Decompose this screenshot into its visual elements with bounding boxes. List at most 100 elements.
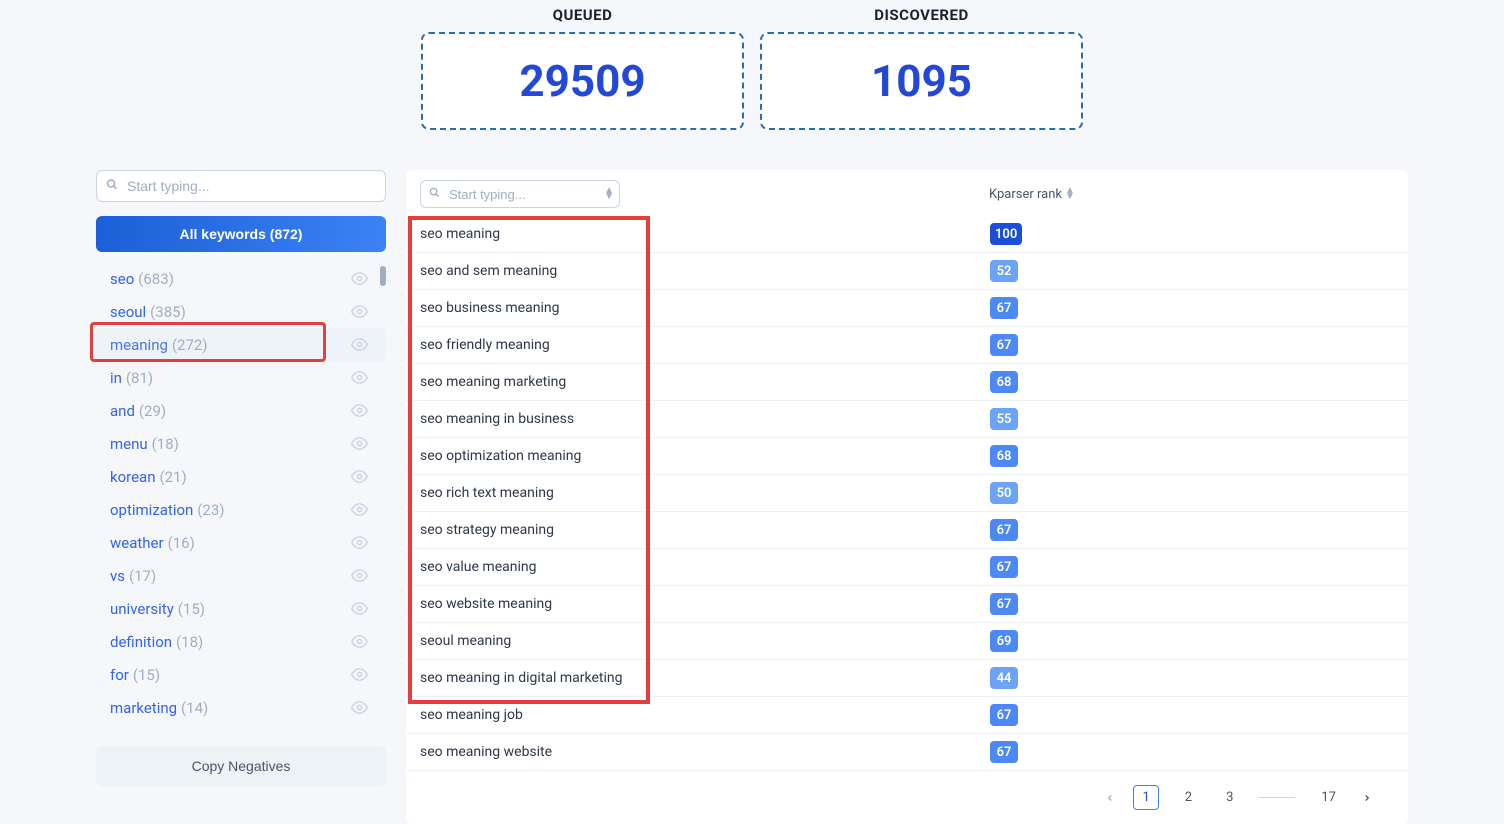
eye-icon[interactable] xyxy=(351,468,368,485)
eye-icon[interactable] xyxy=(351,567,368,584)
keyword-count: (15) xyxy=(133,666,160,684)
eye-icon[interactable] xyxy=(351,534,368,551)
result-row[interactable]: seo strategy meaning67 xyxy=(406,512,1408,549)
result-row[interactable]: seo rich text meaning50 xyxy=(406,475,1408,512)
result-term: seoul meaning xyxy=(420,633,990,649)
keyword-count: (18) xyxy=(152,435,179,453)
sidebar-keyword-item[interactable]: weather (16) xyxy=(96,526,386,559)
result-rank-badge: 67 xyxy=(990,741,1018,763)
sidebar-keyword-item[interactable]: meaning (272) xyxy=(96,328,386,361)
result-rank-badge: 67 xyxy=(990,593,1018,615)
keyword-count: (23) xyxy=(197,501,224,519)
result-row[interactable]: seo meaning in business55 xyxy=(406,401,1408,438)
result-term: seo optimization meaning xyxy=(420,448,990,464)
eye-icon[interactable] xyxy=(351,369,368,386)
result-rank-badge: 67 xyxy=(990,297,1018,319)
result-row[interactable]: seo meaning marketing68 xyxy=(406,364,1408,401)
sidebar-keyword-item[interactable]: optimization (23) xyxy=(96,493,386,526)
sidebar-keyword-item[interactable]: korean (21) xyxy=(96,460,386,493)
stat-discovered-card: 1095 xyxy=(760,32,1083,130)
result-row[interactable]: seo optimization meaning68 xyxy=(406,438,1408,475)
all-keywords-button[interactable]: All keywords (872) xyxy=(96,216,386,252)
keyword-count: (16) xyxy=(168,534,195,552)
result-rank-badge: 68 xyxy=(990,445,1018,467)
sidebar-keyword-item[interactable]: vs (17) xyxy=(96,559,386,592)
sidebar-keyword-item[interactable]: seoul (385) xyxy=(96,295,386,328)
stat-queued-value: 29509 xyxy=(519,55,645,107)
stat-queued-card: 29509 xyxy=(421,32,744,130)
stat-discovered-label: DISCOVERED xyxy=(874,6,968,24)
content-search: ▲▼ xyxy=(420,180,620,208)
result-term: seo meaning xyxy=(420,226,990,242)
result-row[interactable]: seo meaning job67 xyxy=(406,697,1408,734)
result-row[interactable]: seo business meaning67 xyxy=(406,290,1408,327)
result-row[interactable]: seo meaning100 xyxy=(406,216,1408,253)
eye-icon[interactable] xyxy=(351,303,368,320)
sidebar-search-input[interactable] xyxy=(96,170,386,202)
sidebar-keyword-item[interactable]: definition (18) xyxy=(96,625,386,658)
keyword-label: and xyxy=(110,402,135,420)
result-row[interactable]: seo friendly meaning67 xyxy=(406,327,1408,364)
sidebar-search xyxy=(96,170,386,202)
eye-icon[interactable] xyxy=(351,666,368,683)
sidebar-keyword-item[interactable]: marketing (14) xyxy=(96,691,386,724)
keyword-count: (683) xyxy=(138,270,174,288)
page-number[interactable]: 3 xyxy=(1218,786,1241,809)
keyword-label: seoul xyxy=(110,303,146,321)
result-row[interactable]: seoul meaning69 xyxy=(406,623,1408,660)
eye-icon[interactable] xyxy=(351,270,368,287)
eye-icon[interactable] xyxy=(351,336,368,353)
page-number-last[interactable]: 17 xyxy=(1313,786,1344,809)
rank-column-header[interactable]: Kparser rank ▲▼ xyxy=(989,187,1075,202)
sidebar-keyword-item[interactable]: in (81) xyxy=(96,361,386,394)
result-rank-badge: 68 xyxy=(990,371,1018,393)
sidebar-keyword-item[interactable]: and (29) xyxy=(96,394,386,427)
page-prev-button[interactable] xyxy=(1105,791,1115,805)
keyword-label: meaning xyxy=(110,336,168,354)
result-rank-badge: 67 xyxy=(990,334,1018,356)
result-row[interactable]: seo and sem meaning52 xyxy=(406,253,1408,290)
result-term: seo meaning website xyxy=(420,744,990,760)
rank-column-label: Kparser rank xyxy=(989,187,1062,202)
keyword-list[interactable]: seo (683)seoul (385)meaning (272)in (81)… xyxy=(96,262,386,732)
eye-icon[interactable] xyxy=(351,633,368,650)
keyword-label: university xyxy=(110,600,174,618)
result-term: seo meaning marketing xyxy=(420,374,990,390)
result-row[interactable]: seo meaning in digital marketing44 xyxy=(406,660,1408,697)
sidebar-keyword-item[interactable]: university (15) xyxy=(96,592,386,625)
page-number[interactable]: 1 xyxy=(1133,785,1158,810)
sidebar-keyword-item[interactable]: for (15) xyxy=(96,658,386,691)
copy-negatives-button[interactable]: Copy Negatives xyxy=(96,746,386,786)
stat-discovered: DISCOVERED 1095 xyxy=(760,6,1083,130)
keyword-label: in xyxy=(110,369,122,387)
eye-icon[interactable] xyxy=(351,600,368,617)
page-next-button[interactable] xyxy=(1362,791,1372,805)
result-term: seo value meaning xyxy=(420,559,990,575)
keyword-count: (29) xyxy=(139,402,166,420)
result-term: seo friendly meaning xyxy=(420,337,990,353)
eye-icon[interactable] xyxy=(351,699,368,716)
eye-icon[interactable] xyxy=(351,402,368,419)
scrollbar-thumb[interactable] xyxy=(380,266,386,286)
keyword-count: (385) xyxy=(150,303,186,321)
keyword-count: (21) xyxy=(159,468,186,486)
keyword-count: (15) xyxy=(178,600,205,618)
eye-icon[interactable] xyxy=(351,501,368,518)
result-row[interactable]: seo website meaning67 xyxy=(406,586,1408,623)
content-search-input[interactable] xyxy=(420,180,620,208)
sidebar-keyword-item[interactable]: seo (683) xyxy=(96,262,386,295)
sort-icon[interactable]: ▲▼ xyxy=(604,188,614,200)
eye-icon[interactable] xyxy=(351,435,368,452)
sidebar-keyword-item[interactable]: menu (18) xyxy=(96,427,386,460)
result-rank-badge: 69 xyxy=(990,630,1018,652)
keyword-label: definition xyxy=(110,633,172,651)
stat-queued: QUEUED 29509 xyxy=(421,6,744,130)
sidebar-keyword-item[interactable]: search (19) xyxy=(96,724,386,732)
result-row[interactable]: seo meaning website67 xyxy=(406,734,1408,771)
search-icon xyxy=(106,179,118,194)
result-row[interactable]: seo value meaning67 xyxy=(406,549,1408,586)
result-term: seo meaning in business xyxy=(420,411,990,427)
result-term: seo meaning in digital marketing xyxy=(420,670,990,686)
result-rank-badge: 44 xyxy=(990,667,1018,689)
page-number[interactable]: 2 xyxy=(1177,786,1200,809)
